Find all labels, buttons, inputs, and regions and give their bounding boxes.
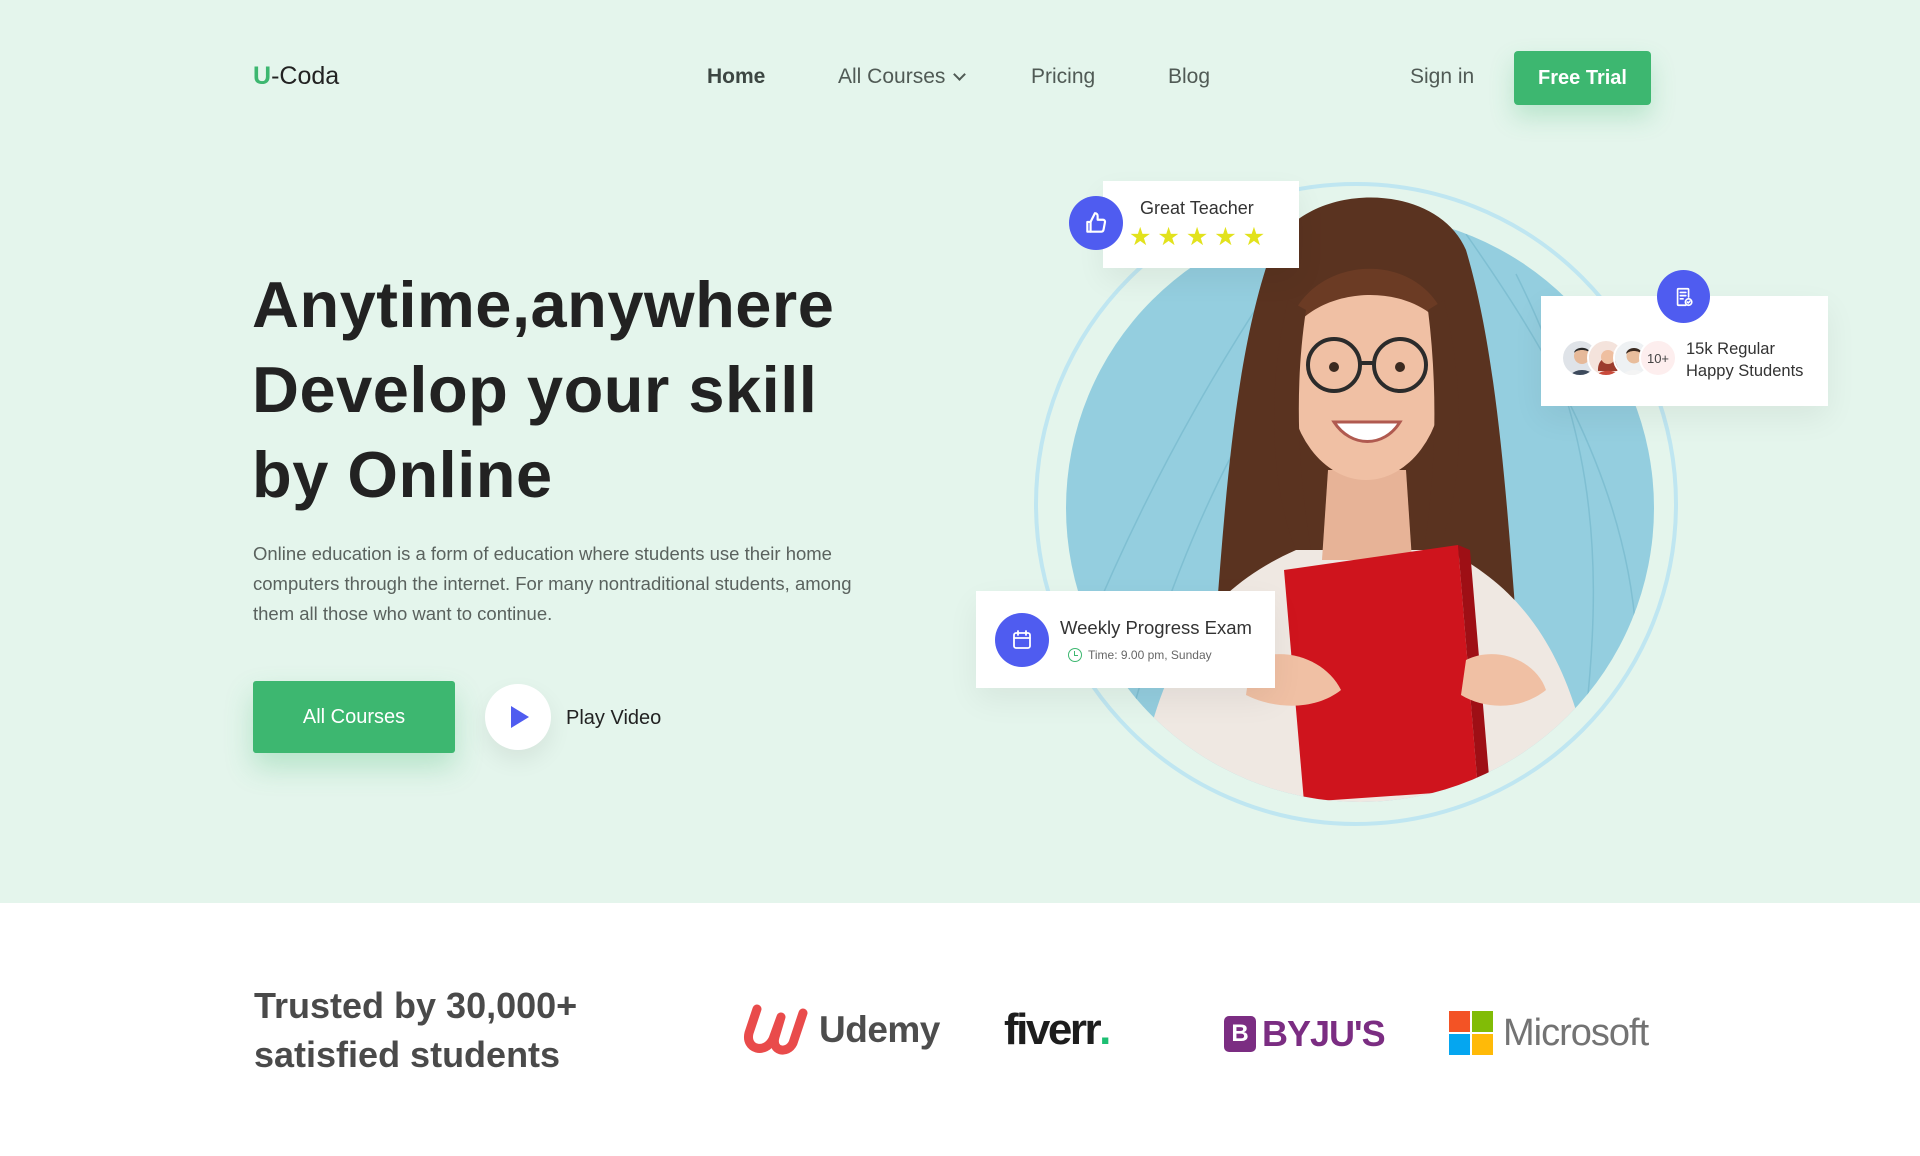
nav-home[interactable]: Home (707, 65, 765, 89)
headline-line-1: Anytime,anywhere (252, 268, 835, 341)
play-icon (511, 706, 529, 728)
star-icon: ★ (1214, 223, 1237, 251)
microsoft-logo: Microsoft (1449, 1011, 1649, 1055)
happy-students-text: 15k Regular Happy Students (1686, 338, 1803, 382)
headline-line-3: by Online (252, 438, 553, 511)
byjus-wordmark: BYJU'S (1262, 1013, 1386, 1054)
student-photo (1136, 197, 1596, 802)
star-icon: ★ (1242, 223, 1266, 251)
weekly-exam-title: Weekly Progress Exam (1060, 617, 1252, 638)
calendar-icon (995, 613, 1049, 667)
udemy-wordmark: Udemy (819, 1009, 940, 1050)
trusted-heading: Trusted by 30,000+ satisfied students (254, 981, 577, 1079)
udemy-logo: Udemy (743, 1003, 940, 1057)
nav-all-courses-label: All Courses (838, 65, 946, 88)
all-courses-button[interactable]: All Courses (253, 681, 455, 753)
headline-line-2: Develop your skill (252, 353, 818, 426)
nav-pricing[interactable]: Pricing (1031, 65, 1095, 89)
star-icon: ★ (1185, 223, 1209, 251)
microsoft-wordmark: Microsoft (1503, 1011, 1649, 1054)
great-teacher-title: Great Teacher (1140, 198, 1254, 218)
students-line-1: 15k Regular (1686, 340, 1775, 358)
thumbs-up-icon (1069, 196, 1123, 250)
hero-section: U-Coda Home All Courses Pricing Blog Sig… (0, 0, 1920, 903)
great-teacher-card: Great Teacher ★ ★ ★ ★ ★ (1103, 181, 1299, 268)
student-avatars: 10+ (1561, 339, 1677, 377)
sign-in-link[interactable]: Sign in (1410, 65, 1474, 89)
fiverr-logo: fiverr. (1004, 1005, 1111, 1055)
fiverr-dot: . (1099, 1005, 1111, 1054)
microsoft-squares-icon (1449, 1011, 1493, 1055)
nav-all-courses[interactable]: All Courses (838, 65, 967, 89)
logo[interactable]: U-Coda (253, 62, 339, 91)
star-icon: ★ (1129, 223, 1152, 251)
free-trial-button[interactable]: Free Trial (1514, 51, 1651, 105)
fiverr-wordmark: fiverr (1004, 1005, 1102, 1054)
byjus-mark-icon: B (1224, 1016, 1256, 1052)
hero-description: Online education is a form of education … (253, 543, 852, 624)
rating-stars: ★ ★ ★ ★ ★ (1129, 225, 1265, 250)
exam-time-text: Time: 9.00 pm, Sunday (1088, 648, 1212, 662)
document-check-icon (1657, 270, 1710, 323)
star-icon: ★ (1157, 223, 1180, 251)
exam-time: Time: 9.00 pm, Sunday (1068, 648, 1212, 662)
play-video-label[interactable]: Play Video (566, 707, 661, 730)
hero-headline: Anytime,anywhere Develop your skill by O… (252, 262, 952, 517)
play-video-button[interactable] (485, 684, 551, 750)
trusted-line-2: satisfied students (254, 1034, 561, 1075)
nav-blog[interactable]: Blog (1168, 65, 1210, 89)
clock-icon (1068, 648, 1082, 662)
byjus-logo: B BYJU'S (1224, 1013, 1386, 1055)
more-students-badge: 10+ (1639, 339, 1677, 377)
students-line-2: Happy Students (1686, 362, 1804, 380)
trusted-line-1: Trusted by 30,000+ (254, 985, 578, 1026)
udemy-mark-icon (744, 1004, 808, 1055)
chevron-down-icon (953, 67, 967, 81)
